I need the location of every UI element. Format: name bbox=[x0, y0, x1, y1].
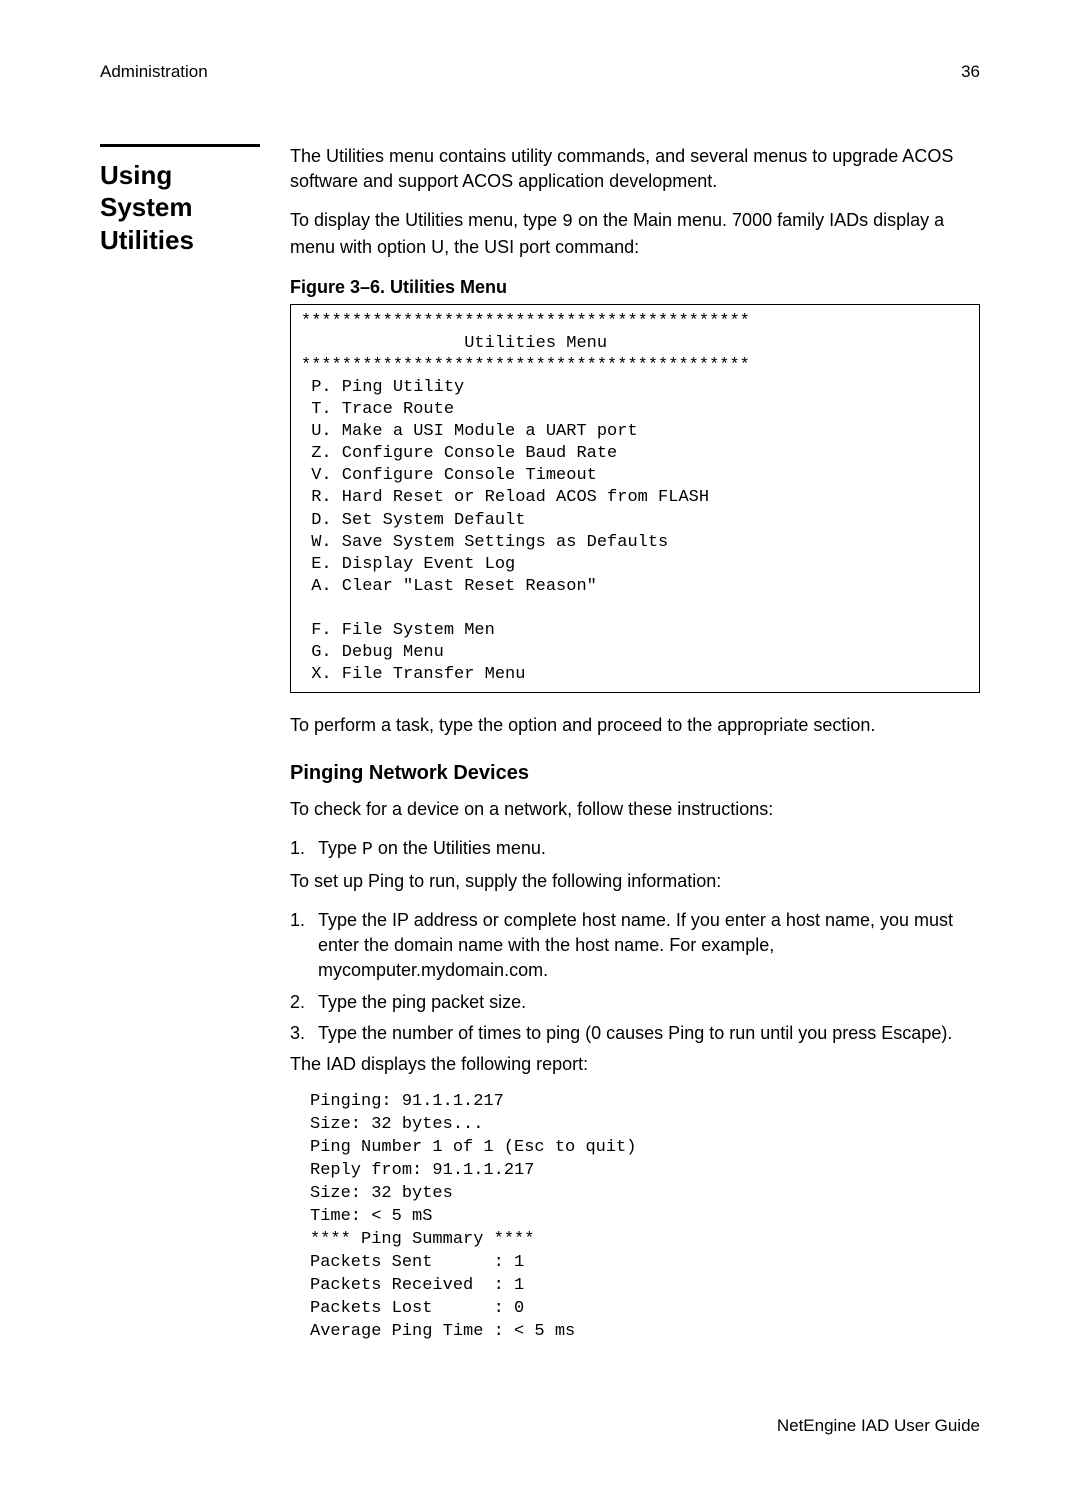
after-menu-paragraph: To perform a task, type the option and p… bbox=[290, 713, 980, 738]
step-1-code: P bbox=[362, 840, 373, 860]
step-1-text: Type P on the Utilities menu. bbox=[318, 836, 980, 863]
intro-p2-code: 9 bbox=[562, 212, 573, 232]
step-1-text-a: Type bbox=[318, 838, 362, 858]
subheading-pinging: Pinging Network Devices bbox=[290, 759, 980, 787]
supply-step-2-number: 2. bbox=[290, 990, 318, 1015]
page-footer: NetEngine IAD User Guide bbox=[100, 1414, 980, 1438]
step-1-number: 1. bbox=[290, 836, 318, 863]
report-intro: The IAD displays the following report: bbox=[290, 1052, 980, 1077]
header-page-number: 36 bbox=[961, 60, 980, 84]
header-section-name: Administration bbox=[100, 60, 208, 84]
intro-paragraph-2: To display the Utilities menu, type 9 on… bbox=[290, 208, 980, 260]
supply-step-3-text: Type the number of times to ping (0 caus… bbox=[318, 1021, 980, 1046]
step-1-text-b: on the Utilities menu. bbox=[373, 838, 546, 858]
supply-step-3: 3. Type the number of times to ping (0 c… bbox=[290, 1021, 980, 1046]
supply-step-1-number: 1. bbox=[290, 908, 318, 984]
supply-step-1-text: Type the IP address or complete host nam… bbox=[318, 908, 980, 984]
step-1: 1. Type P on the Utilities menu. bbox=[290, 836, 980, 863]
page-header: Administration 36 bbox=[100, 60, 980, 84]
intro-p2-text-a: To display the Utilities menu, type bbox=[290, 210, 562, 230]
section-heading: Using System Utilities bbox=[100, 144, 260, 257]
supply-step-2-text: Type the ping packet size. bbox=[318, 990, 980, 1015]
figure-caption: Figure 3–6. Utilities Menu bbox=[290, 275, 980, 300]
supply-step-2: 2. Type the ping packet size. bbox=[290, 990, 980, 1015]
left-column: Using System Utilities bbox=[100, 144, 260, 1364]
supply-intro: To set up Ping to run, supply the follow… bbox=[290, 869, 980, 894]
intro-paragraph-1: The Utilities menu contains utility comm… bbox=[290, 144, 980, 194]
utilities-menu-box: ****************************************… bbox=[290, 304, 980, 694]
ping-report-block: Pinging: 91.1.1.217 Size: 32 bytes... Pi… bbox=[310, 1091, 980, 1343]
supply-step-1: 1. Type the IP address or complete host … bbox=[290, 908, 980, 984]
content-area: Using System Utilities The Utilities men… bbox=[100, 144, 980, 1364]
supply-step-3-number: 3. bbox=[290, 1021, 318, 1046]
right-column: The Utilities menu contains utility comm… bbox=[290, 144, 980, 1364]
pinging-intro: To check for a device on a network, foll… bbox=[290, 797, 980, 822]
